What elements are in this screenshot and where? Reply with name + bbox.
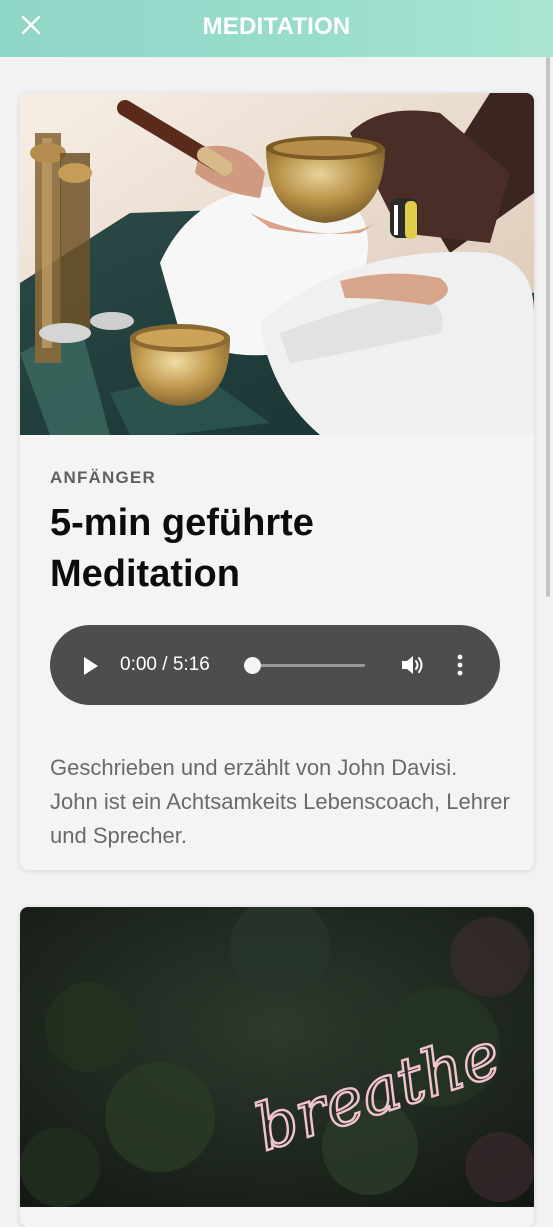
scrollbar-thumb[interactable] [546, 57, 550, 597]
card-description: Geschrieben und erzählt von John Davisi.… [50, 755, 510, 848]
card-title: 5-min geführte Meditation [50, 502, 314, 595]
audio-player[interactable]: 0:00 / 5:16 [50, 625, 500, 705]
seek-track[interactable] [250, 664, 365, 667]
page-title: MEDITATION [202, 12, 351, 40]
scrollbar[interactable] [544, 57, 552, 1207]
singing-bowl-meditation-photo [20, 93, 534, 435]
play-icon[interactable] [84, 657, 98, 675]
more-vertical-icon[interactable] [456, 654, 464, 676]
level-label: ANFÄNGER [50, 468, 156, 487]
close-icon[interactable] [18, 12, 44, 38]
breathe-card: breathe [20, 907, 534, 1227]
volume-icon[interactable] [400, 653, 426, 677]
time-display: 0:00 / 5:16 [120, 654, 210, 675]
meditation-card: ANFÄNGER 5-min geführte Meditation 0:00 … [20, 93, 534, 870]
seek-thumb[interactable] [244, 657, 261, 674]
app-header: MEDITATION [0, 0, 553, 57]
breathe-neon-sign-photo: breathe [20, 907, 534, 1207]
